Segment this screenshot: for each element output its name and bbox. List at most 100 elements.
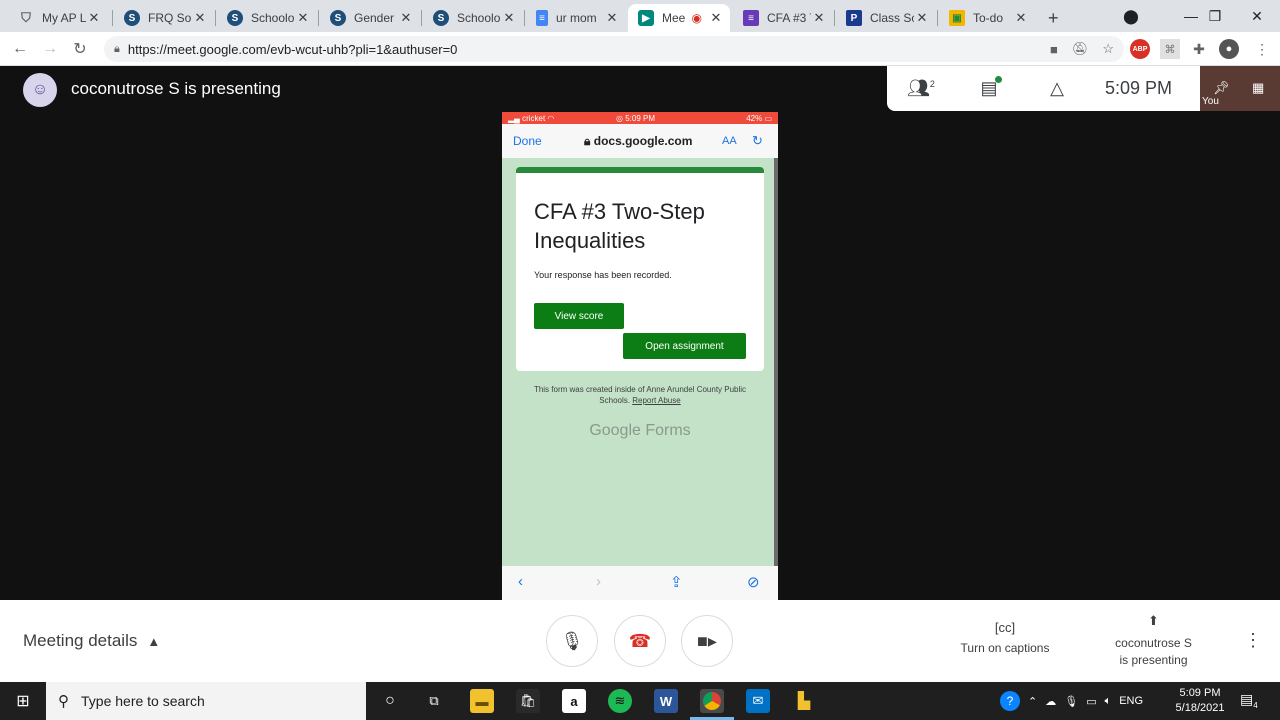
phone-domain: docs.google.com [593,133,693,148]
profile-avatar[interactable]: ● [1219,39,1239,59]
safari-toolbar: ‹ › ⇪ ⊘ [502,566,778,600]
back-icon[interactable]: ‹ [518,573,523,590]
file-explorer-icon[interactable]: ▬ [470,689,494,713]
more-vert-icon[interactable]: ⋮ [1252,39,1272,59]
tab-schoology-1[interactable]: S Schoolo ✕ [217,4,317,32]
back-button[interactable]: ← [8,37,32,61]
forward-button[interactable]: → [38,37,62,61]
window-close-button[interactable]: ✕ [1234,0,1280,32]
puzzle-icon[interactable]: ✚ [1189,39,1209,59]
tab-my-ap[interactable]: ⛉ My AP Li ✕ [8,4,108,32]
language-indicator[interactable]: ENG [1119,695,1143,707]
reload-icon[interactable]: ↻ [752,133,763,149]
spotify-icon[interactable]: ≋ [608,689,632,713]
activities-button[interactable]: △ [1023,78,1091,99]
pin-icon[interactable]: 📌︎ [1213,80,1230,96]
classlink-icon: P [846,10,862,26]
close-icon[interactable]: ✕ [811,10,827,26]
close-icon[interactable]: ✕ [501,10,517,26]
clock-date: 5/18/2021 [1175,702,1225,714]
chrome-icon[interactable] [700,689,724,713]
store-icon[interactable]: 🛍︎ [516,689,540,713]
docs-icon: ≡ [536,10,548,26]
tab-schoology-2[interactable]: S Schoolo ✕ [423,4,523,32]
close-icon[interactable]: ✕ [86,10,102,26]
mail-icon[interactable]: ✉ [746,689,770,713]
meeting-details-button[interactable]: Meeting details ▲ [23,631,160,651]
people-button[interactable]: 👥︎2 [887,78,955,99]
tab-search-button[interactable]: ⬤ [1108,0,1154,32]
mic-tray-icon[interactable]: 🎙︎ [1064,695,1078,708]
form-footer: This form was created inside of Anne Aru… [522,384,758,406]
present-button[interactable]: ⬆ coconutrose S is presenting [1102,612,1205,669]
close-icon[interactable]: ✕ [398,10,414,26]
maximize-button[interactable]: ❐ [1192,0,1238,32]
tab-cfa[interactable]: ≡ CFA #3 T ✕ [733,4,833,32]
google-forms-logo: Google Forms [589,422,691,439]
extension-icon[interactable]: ⌘ [1160,39,1180,59]
more-options-button[interactable]: ⋮ [1244,630,1262,651]
meeting-details-label: Meeting details [23,631,138,650]
self-video-tile[interactable]: 📌︎ ▦ You [1200,66,1280,111]
chevron-up-icon[interactable]: ⌃ [1028,695,1037,708]
notifications-off-icon[interactable]: 🔕︎ [1072,41,1089,57]
close-icon[interactable]: ✕ [192,10,208,26]
compass-icon[interactable]: ⊘ [747,573,760,591]
close-icon: ✕ [1251,7,1263,24]
tab-title: My AP Li [42,11,86,25]
recording-icon: ◉ [691,11,702,25]
tab-ur-mom[interactable]: ≡ ur mom ✕ [526,4,626,32]
cloud-icon[interactable]: ☁ [1045,695,1056,708]
people-icon: 👥︎ [907,78,930,98]
captions-button[interactable]: [cc] Turn on captions [955,620,1055,655]
chat-button[interactable]: ▤ [955,76,1023,99]
meet-icon: ▶ [638,10,654,26]
tab-to-do[interactable]: ▣ To-do ✕ [939,4,1035,32]
view-score-button[interactable]: View score [534,303,624,329]
tab-class-sc[interactable]: P Class Sc ✕ [836,4,936,32]
tab-gender[interactable]: S Gender i ✕ [320,4,420,32]
battery-icon[interactable]: ▭ [1086,695,1096,708]
help-icon[interactable]: ? [1000,691,1020,711]
camera-icon[interactable]: ■ [1050,42,1058,57]
photos-icon[interactable]: ▙ [792,689,816,713]
share-icon[interactable]: ⇪ [670,573,683,591]
presenting-label-line1: coconutrose S [1115,636,1192,650]
forward-icon[interactable]: › [596,573,601,590]
cortana-icon[interactable]: ○ [378,689,402,713]
tab-title: To-do [973,11,1004,25]
taskbar-search[interactable]: ⚲ Type here to search [46,682,366,720]
volume-icon[interactable]: 🔈︎ [1105,695,1112,708]
form-message: Your response has been recorded. [534,270,672,280]
leave-call-button[interactable]: ☎︎ [614,615,666,667]
start-button[interactable]: ⊞ [0,682,46,720]
new-tab-button[interactable]: + [1044,4,1072,32]
windows-logo-icon: ⊞ [16,693,30,710]
close-icon[interactable]: ✕ [604,10,620,26]
word-icon[interactable]: W [654,689,678,713]
address-bar[interactable]: 🔒︎ https://meet.google.com/evb-wcut-uhb?… [104,36,1124,62]
task-view-icon[interactable]: ⧉ [422,689,446,713]
mic-button[interactable]: 🎙︎ [546,615,598,667]
open-assignment-button[interactable]: Open assignment [623,333,746,359]
notifications-button[interactable]: ▤4 [1240,691,1258,710]
close-icon[interactable]: ✕ [914,10,930,26]
shared-screen: ▂▄ cricket ◠ ◎ 5:09 PM 42% ▭ Done 🔒︎ doc… [502,112,778,600]
close-icon[interactable]: ✕ [295,10,311,26]
tab-title: Mee [662,11,686,25]
done-button[interactable]: Done [513,134,542,148]
text-size-button[interactable]: AA [722,135,737,147]
close-icon[interactable]: ✕ [708,10,724,26]
bookmark-star-icon[interactable]: ☆ [1102,41,1114,57]
grid-icon[interactable]: ▦ [1252,80,1264,96]
amazon-icon[interactable]: a [562,689,586,713]
taskbar-clock[interactable]: 5:09 PM 5/18/2021 [1172,686,1228,716]
tab-frq[interactable]: S FRQ Solu ✕ [114,4,214,32]
tab-meet-active[interactable]: ▶ Mee ◉ ✕ [628,4,730,32]
camera-button[interactable]: ■▸ [681,615,733,667]
shield-icon: ⛉ [21,10,31,25]
report-abuse-link[interactable]: Report Abuse [632,396,680,405]
close-icon[interactable]: ✕ [1013,10,1029,26]
adblock-icon[interactable]: ABP [1130,39,1150,59]
reload-button[interactable]: ↻ [68,37,92,61]
